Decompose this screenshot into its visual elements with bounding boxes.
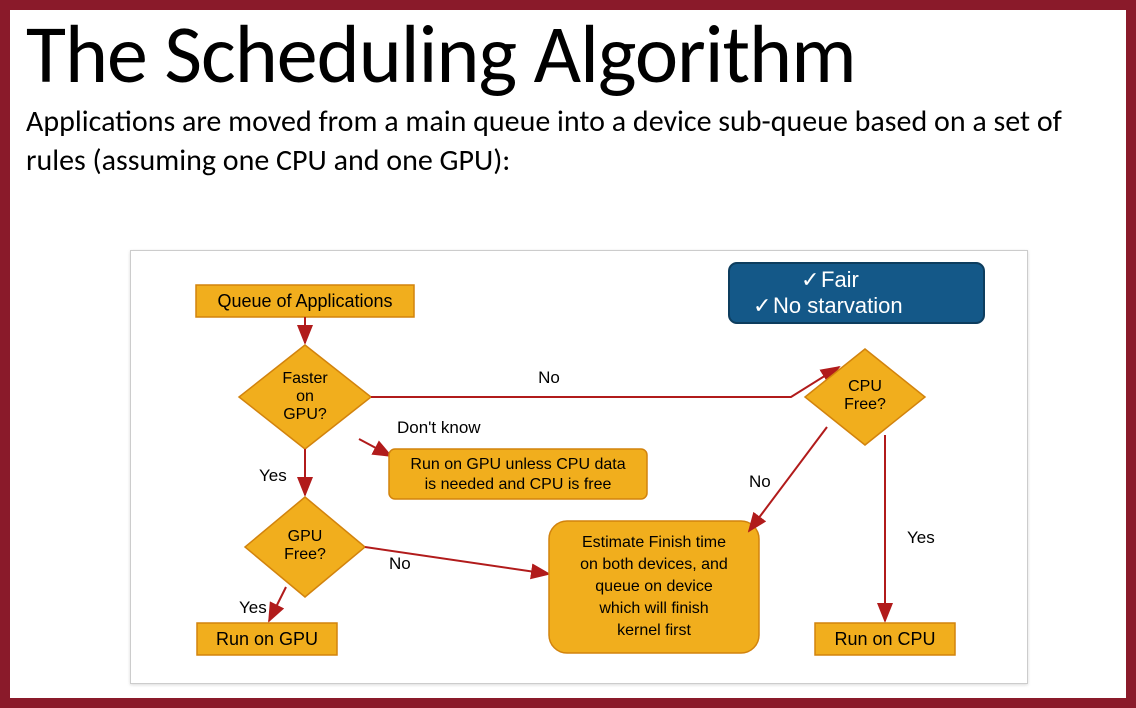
edge-label-yes3: Yes [907, 528, 935, 547]
arrow-faster-dontknow [359, 439, 391, 456]
flowchart-svg: ✓ Fair ✓ No starvation Queue of Applicat… [131, 251, 1027, 683]
edge-label-no: No [538, 368, 560, 387]
node-est-l5: kernel first [617, 622, 691, 639]
node-dontknow-l1: Run on GPU unless CPU data [410, 456, 625, 473]
node-faster-l2: on [296, 388, 314, 405]
badge-line2: No starvation [773, 293, 903, 318]
badge-check2: ✓ [753, 293, 771, 318]
badge-check1: ✓ [801, 267, 819, 292]
badge-line1: Fair [821, 267, 859, 292]
node-queue-label: Queue of Applications [217, 291, 392, 311]
node-run-cpu-label: Run on CPU [834, 629, 935, 649]
node-faster-l1: Faster [282, 370, 328, 387]
edge-label-yes2: Yes [239, 598, 267, 617]
edge-label-yes: Yes [259, 466, 287, 485]
node-run-gpu-label: Run on GPU [216, 629, 318, 649]
edge-label-no3: No [749, 472, 771, 491]
flowchart-container: ✓ Fair ✓ No starvation Queue of Applicat… [130, 250, 1028, 684]
node-est-l2: on both devices, and [580, 556, 728, 573]
slide-subtitle: Applications are moved from a main queue… [26, 102, 1110, 180]
node-cpufree-l2: Free? [844, 396, 886, 413]
node-est-l4: which will finish [598, 600, 708, 617]
node-gpufree-l2: Free? [284, 546, 326, 563]
edge-label-dontknow: Don't know [397, 418, 481, 437]
node-cpufree-l1: CPU [848, 378, 882, 395]
arrow-faster-no [371, 367, 839, 397]
arrow-gpufree-yes [269, 587, 286, 621]
node-faster-l3: GPU? [283, 406, 327, 423]
node-est-l3: queue on device [595, 578, 713, 595]
slide-title: The Scheduling Algorithm [26, 14, 1110, 96]
node-dontknow-l2: is needed and CPU is free [425, 476, 612, 493]
node-gpufree-l1: GPU [288, 528, 323, 545]
edge-label-no2: No [389, 554, 411, 573]
node-est-l1: Estimate Finish time [582, 534, 726, 551]
